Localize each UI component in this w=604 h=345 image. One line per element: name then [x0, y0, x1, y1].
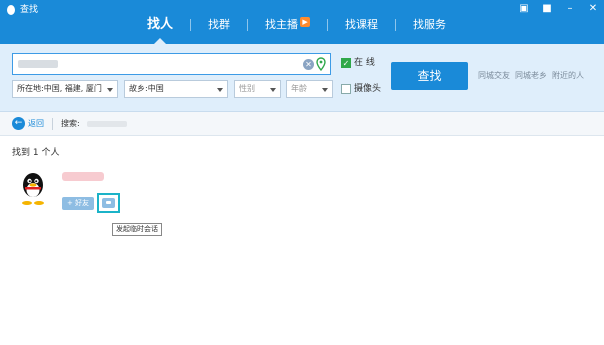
quick-links: 同城交友 同城老乡 附近的人	[478, 70, 584, 82]
chat-bubble-dot	[106, 201, 111, 204]
age-select[interactable]: 年龄	[286, 80, 333, 98]
search-button[interactable]: 查找	[391, 62, 468, 90]
hometown-value: 故乡:中国	[129, 84, 164, 93]
tab-label: 找群	[208, 18, 231, 31]
hometown-select[interactable]: 故乡:中国	[124, 80, 228, 98]
minimize-icon[interactable]: –	[565, 3, 575, 15]
search-query	[87, 121, 127, 127]
chevron-down-icon	[322, 88, 328, 92]
gift-icon[interactable]: ▣	[519, 3, 529, 15]
live-badge-icon: ▶	[300, 17, 311, 27]
keyword-input[interactable]: ✕	[12, 53, 331, 75]
gender-select[interactable]: 性别	[234, 80, 281, 98]
tab-label: 找人	[147, 17, 174, 32]
add-friend-button[interactable]: + 好友	[62, 197, 94, 210]
window-title: 查找	[20, 5, 39, 15]
title-bar: 查找 找人 找群 找主播 ▶ 找课程 找服务 ▣ ■ – ✕	[0, 0, 604, 44]
camera-label: 摄像头	[354, 84, 382, 94]
location-pin-icon[interactable]	[316, 57, 326, 71]
tab-label: 找主播	[265, 18, 299, 31]
tab-find-courses[interactable]: 找课程	[328, 14, 395, 44]
user-name[interactable]	[62, 172, 104, 181]
chat-tooltip: 发起临时会话	[112, 223, 162, 236]
clear-icon[interactable]: ✕	[303, 59, 314, 70]
tab-find-people[interactable]: 找人	[130, 14, 190, 44]
result-count: 找到 1 个人	[12, 148, 60, 158]
search-panel: ✕ ✓ 在 线 所在地:中国, 福建, 厦门 故乡:中国 性别 年龄 摄像头 查…	[0, 44, 604, 112]
link-local-friends[interactable]: 同城交友	[478, 70, 510, 82]
location-select[interactable]: 所在地:中国, 福建, 厦门	[12, 80, 118, 98]
gender-value: 性别	[239, 84, 255, 93]
age-value: 年龄	[291, 84, 307, 93]
online-label: 在 线	[354, 58, 375, 68]
link-nearby-people[interactable]: 附近的人	[552, 70, 584, 82]
keyword-value	[18, 60, 58, 68]
online-checkbox[interactable]: ✓	[341, 58, 351, 68]
chevron-down-icon	[217, 88, 223, 92]
window-controls: ▣ ■ – ✕	[519, 3, 598, 15]
tab-find-services[interactable]: 找服务	[396, 14, 463, 44]
breadcrumb: ← 返回 搜索:	[0, 112, 604, 136]
avatar[interactable]	[16, 170, 50, 206]
link-hometown-friends[interactable]: 同城老乡	[515, 70, 547, 82]
tab-label: 找服务	[413, 18, 447, 31]
chat-bubble-icon	[102, 198, 115, 208]
tab-label: 找课程	[345, 18, 379, 31]
camera-checkbox[interactable]	[341, 84, 351, 94]
search-prefix: 搜索:	[61, 119, 80, 128]
qq-penguin-icon	[7, 5, 15, 15]
lock-icon[interactable]: ■	[542, 3, 552, 15]
chevron-down-icon	[107, 88, 113, 92]
tab-find-groups[interactable]: 找群	[191, 14, 247, 44]
back-arrow-icon[interactable]: ←	[12, 117, 25, 130]
tab-find-streamers[interactable]: 找主播 ▶	[248, 14, 327, 44]
temporary-chat-button[interactable]	[97, 193, 120, 213]
chevron-down-icon	[270, 88, 276, 92]
tab-bar: 找人 找群 找主播 ▶ 找课程 找服务	[130, 14, 463, 44]
location-value: 所在地:中国, 福建, 厦门	[17, 84, 102, 93]
close-icon[interactable]: ✕	[588, 3, 598, 15]
divider	[52, 118, 53, 130]
back-link[interactable]: 返回	[28, 118, 44, 130]
